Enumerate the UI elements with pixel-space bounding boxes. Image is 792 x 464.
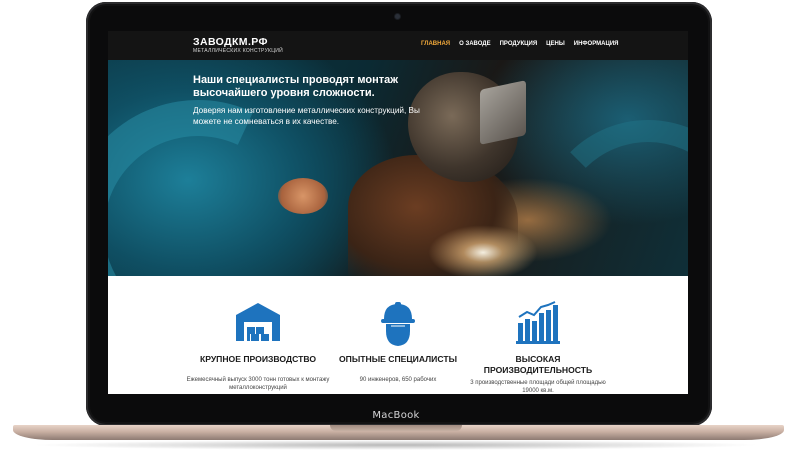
- laptop-shadow: [30, 440, 762, 450]
- feature-title: ОПЫТНЫЕ СПЕЦИАЛИСТЫ: [338, 354, 457, 364]
- hero-background-pipe-right: [538, 120, 688, 276]
- feature-description: 90 инженеров, 650 рабочих: [359, 377, 437, 383]
- feature-description: Ежемесячный выпуск 3000 тонн готовых к м…: [186, 377, 330, 391]
- site-logo[interactable]: ЗАВОДКМ.РФ: [193, 36, 268, 48]
- main-menu: ГЛАВНАЯ О ЗАВОДЕ ПРОДУКЦИЯ ЦЕНЫ ИНФОРМАЦ…: [421, 41, 618, 47]
- site-header: ЗАВОДКМ.РФ МЕТАЛЛИЧЕСКИХ КОНСТРУКЦИЙ ГЛА…: [108, 31, 688, 60]
- hero-text: Доверяя нам изготовление металлических к…: [193, 106, 420, 126]
- menu-item-info[interactable]: ИНФОРМАЦИЯ: [574, 41, 619, 47]
- device-brand-label: MacBook: [372, 410, 420, 421]
- growth-chart-icon: [516, 301, 560, 344]
- feature-title: ВЫСОКАЯ ПРОИЗВОДИТЕЛЬНОСТЬ: [483, 354, 593, 375]
- camera-icon: [395, 14, 400, 19]
- hero-banner: Наши специалисты проводят монтаж высочай…: [108, 60, 688, 276]
- feature-description: 3 производственные площади общей площадь…: [470, 380, 606, 394]
- laptop-screen: ЗАВОДКМ.РФ МЕТАЛЛИЧЕСКИХ КОНСТРУКЦИЙ ГЛА…: [108, 31, 688, 394]
- laptop-base-notch: [330, 425, 462, 431]
- hero-welder-visor: [480, 80, 526, 145]
- site-logo-subtitle: МЕТАЛЛИЧЕСКИХ КОНСТРУКЦИЙ: [193, 48, 284, 54]
- warehouse-icon: [236, 303, 280, 341]
- menu-item-prices[interactable]: ЦЕНЫ: [546, 41, 565, 47]
- menu-item-about[interactable]: О ЗАВОДЕ: [459, 41, 490, 47]
- menu-item-home[interactable]: ГЛАВНАЯ: [421, 41, 450, 47]
- menu-item-products[interactable]: ПРОДУКЦИЯ: [500, 41, 538, 47]
- hero-title: Наши специалисты проводят монтаж высочай…: [193, 74, 399, 99]
- worker-helmet-icon: [381, 302, 415, 346]
- hero-welding-sparks: [428, 225, 538, 276]
- hero-welder-glove: [278, 178, 328, 214]
- feature-title: КРУПНОЕ ПРОИЗВОДСТВО: [199, 354, 317, 364]
- features-section: КРУПНОЕ ПРОИЗВОДСТВО Ежемесячный выпуск …: [108, 276, 688, 394]
